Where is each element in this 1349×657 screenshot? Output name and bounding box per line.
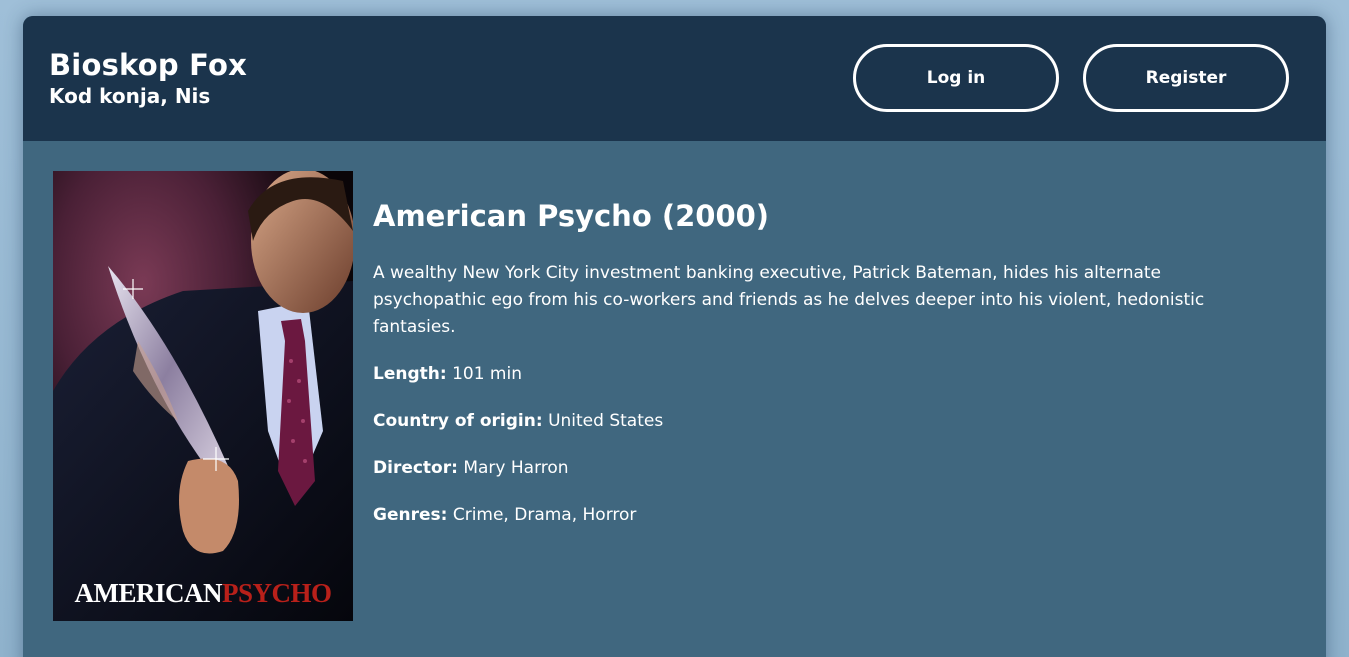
detail-genres: Genres: Crime, Drama, Horror: [373, 502, 1273, 529]
detail-value: United States: [548, 411, 664, 431]
detail-label: Genres:: [373, 505, 448, 525]
poster-title-psycho: PSYCHO: [221, 578, 332, 608]
site-header: Bioskop Fox Kod konja, Nis Log in Regist…: [23, 16, 1326, 141]
detail-country: Country of origin: United States: [373, 408, 1273, 435]
brand: Bioskop Fox Kod konja, Nis: [49, 47, 247, 109]
detail-value: Mary Harron: [463, 458, 569, 478]
detail-director: Director: Mary Harron: [373, 455, 1273, 482]
login-button[interactable]: Log in: [853, 44, 1059, 112]
movie-description: A wealthy New York City investment banki…: [373, 263, 1205, 337]
movie-page-card: Bioskop Fox Kod konja, Nis Log in Regist…: [23, 16, 1326, 657]
detail-value: Crime, Drama, Horror: [452, 505, 637, 525]
detail-label: Country of origin:: [373, 411, 543, 431]
poster-artwork: [53, 171, 353, 621]
cinema-name: Bioskop Fox: [49, 48, 247, 82]
cinema-location: Kod konja, Nis: [49, 84, 211, 108]
detail-label: Director:: [373, 458, 458, 478]
detail-label: Length:: [373, 364, 447, 384]
register-button[interactable]: Register: [1083, 44, 1289, 112]
movie-title: American Psycho (2000): [373, 199, 770, 233]
poster-title-american: AMERICAN: [74, 578, 222, 608]
movie-poster: AMERICANPSYCHO: [53, 171, 353, 621]
poster-title: AMERICANPSYCHO: [53, 578, 353, 609]
detail-value: 101 min: [452, 364, 522, 384]
detail-length: Length: 101 min: [373, 361, 1273, 388]
movie-details: American Psycho (2000) A wealthy New Yor…: [373, 196, 1273, 549]
